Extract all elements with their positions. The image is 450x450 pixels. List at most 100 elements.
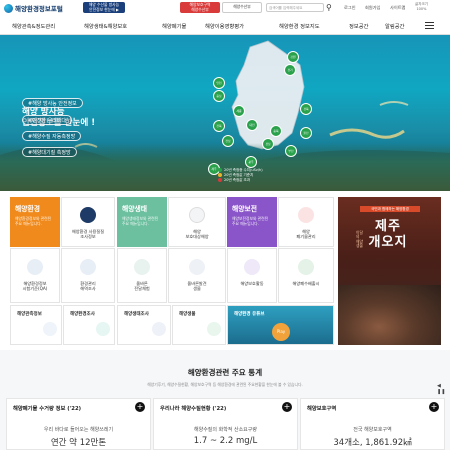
featured-species-poster[interactable]: 국민과 함께하는 해양환경 이달의 해양생물 제주 개오지 <box>338 197 441 345</box>
legend-green-dot <box>218 168 222 172</box>
tile-label: 올바른 전달체험 <box>134 281 150 292</box>
region-marker-daejeon[interactable]: 대전 <box>246 119 258 131</box>
more-button[interactable]: + <box>282 402 292 412</box>
stat-card-title: 우리나라 해양수질현황 ('22) <box>160 406 227 412</box>
region-marker-gyeonggi[interactable]: 경기 <box>284 64 296 76</box>
stat-card-title: 해양폐기물 수거량 정보 ('22) <box>13 406 82 412</box>
hashtag-water-quality[interactable]: #해양수질 자동측정망 <box>22 131 82 141</box>
hashtag-safe-sea[interactable]: #안전한 우리바다 <box>22 115 72 125</box>
category-environment[interactable]: 해양환경 해양환경정보와 관련된 주요 메뉴입니다. <box>10 197 60 247</box>
radiation-banner-link[interactable]: 해양 수산물 방사능 안전정보 한눈에 ▶ <box>83 2 125 13</box>
site-logo[interactable]: 해양환경정보포털 <box>4 3 63 13</box>
tide-icon <box>134 259 150 275</box>
play-button[interactable]: Play <box>272 323 290 341</box>
card-ecology-survey[interactable]: 해양생태조사 <box>117 305 171 345</box>
category-title: 해양보전 <box>232 205 258 213</box>
nav-item-info[interactable]: 정보공간 <box>349 22 369 30</box>
region-marker-jeonbuk[interactable]: 전북 <box>213 120 225 132</box>
stat-card-waste[interactable]: 해양폐기물 수거량 정보 ('22) + 우리 바다로 들어오는 해양쓰레기 연… <box>6 398 151 450</box>
tile-area-survey[interactable]: 환경관리 해역조사 <box>61 248 115 303</box>
stat-card-value: 1.7 ~ 2.2 mg/L <box>193 436 258 446</box>
stat-card-label: 해양수질의 화학적 산소요구량 <box>194 427 257 433</box>
tile-qa-standard[interactable]: 해양환경정보 시험기준(QA) <box>10 248 60 303</box>
stat-card-water-quality[interactable]: 우리나라 해양수질현황 ('22) + 해양수질의 화학적 산소요구량 1.7 … <box>153 398 298 450</box>
stats-title: 해양환경관련 주요 통계 <box>187 368 263 377</box>
nav-item-ecology[interactable]: 해양생태&해양보호 <box>84 22 127 30</box>
region-marker-gyeongnam[interactable]: 경남 <box>262 138 274 150</box>
tile-label: 해양환경 사용질질 조사정보 <box>71 229 105 240</box>
nav-item-map[interactable]: 해양환경 정보지도 <box>279 22 320 30</box>
hashtag-radiation[interactable]: #해양 방사능 안전정보 <box>22 98 83 108</box>
category-title: 해양생태 <box>122 205 148 213</box>
sitemap-link[interactable]: 사이트맵 <box>390 5 405 11</box>
category-ecology[interactable]: 해양생태 해양생태정보와 관련된 주요 메뉴입니다. <box>117 197 167 247</box>
card-environment-survey[interactable]: 해양환경조사 <box>63 305 115 345</box>
boat-icon <box>80 207 96 223</box>
clipboard-icon <box>244 259 260 275</box>
tile-wastewater[interactable]: 해양폐수배출시 <box>278 248 334 303</box>
nav-item-assessment[interactable]: 해양이용영향평가 <box>205 22 244 30</box>
poster-side-text: 이달의 해양생물 <box>356 230 363 249</box>
category-conservation[interactable]: 해양보전 해양보전정보와 관련된 주요 메뉴입니다. <box>227 197 277 247</box>
tile-label: 올바른발견 생물 <box>187 281 207 292</box>
pause-icon[interactable]: ❚❚ <box>437 389 445 395</box>
protected-area-badge[interactable]: 해양보호구역 해양수산부 <box>180 2 220 13</box>
category-title: 해양환경 <box>15 205 41 213</box>
stat-card-protected-area[interactable]: 해양보호구역 + 전국 해양보호구역 34개소, 1,861.92㎢ <box>300 398 445 450</box>
region-marker-ulsan[interactable]: 울산 <box>300 127 312 139</box>
youtube-video-card[interactable]: 해양환경 유튜브 Play <box>227 305 334 345</box>
bottle-icon <box>298 207 314 223</box>
nav-item-observation[interactable]: 해양관측&정도관리 <box>12 22 55 30</box>
tile-delivery[interactable]: 올바른 전달체험 <box>117 248 167 303</box>
tile-waste-management[interactable]: 해양 폐기물관리 <box>278 197 334 247</box>
region-marker-sejong[interactable]: 세종 <box>233 105 245 117</box>
stat-card-value: 34개소, 1,861.92㎢ <box>333 438 412 448</box>
jellyfish-icon <box>152 322 166 336</box>
hero-banner: 해양 방사능 안전정보를 한눈에 ! #해양 방사능 안전정보 #안전한 우리바… <box>0 35 450 191</box>
legend-red-dot <box>218 178 222 182</box>
stats-subtitle: 해양기후기, 해양수질현황, 해양보호구역 등 해양환경에 관련된 주요현황을 … <box>147 382 303 387</box>
pipe-icon <box>298 259 314 275</box>
tile-label: 해양폐수배출시 <box>292 281 320 286</box>
nav-item-waste[interactable]: 해양폐기물 <box>162 22 186 30</box>
shell-icon <box>189 207 205 223</box>
menu-icon[interactable] <box>425 22 434 29</box>
document-icon <box>27 259 43 275</box>
ministry-badge[interactable]: 해양수산부 <box>222 2 262 13</box>
hashtag-air-quality[interactable]: #해양대기질 측정망 <box>22 147 77 157</box>
region-marker-incheon[interactable]: 인천 <box>213 77 225 89</box>
card-marine-life[interactable]: 해양생물 <box>172 305 226 345</box>
region-marker-jeonnam[interactable]: 전남 <box>222 135 234 147</box>
tile-protection-activity[interactable]: 해양보호활동 <box>227 248 277 303</box>
stat-card-value: 연간 약 12만톤 <box>50 438 107 448</box>
seaweed-icon <box>207 322 221 336</box>
stats-pager: ◀ ❚❚ <box>437 383 450 395</box>
search-icon[interactable]: ⚲ <box>326 3 332 12</box>
region-marker-chungnam[interactable]: 충남 <box>213 90 225 102</box>
tile-species-found[interactable]: 올바른발견 생물 <box>168 248 226 303</box>
nav-item-notice[interactable]: 알림공간 <box>385 22 405 30</box>
legend-yellow-dot <box>218 173 222 177</box>
poster-tag: 국민과 함께하는 해양환경 <box>360 206 420 212</box>
tile-label: 해양 보호대상해양 <box>185 229 209 240</box>
login-link[interactable]: 로그인 <box>344 5 356 11</box>
logo-icon <box>4 3 13 13</box>
region-marker-chungbuk[interactable]: 충북 <box>270 125 282 137</box>
search-input[interactable]: 검색어를 입력해주세요 <box>266 3 324 12</box>
signup-link[interactable]: 회원가입 <box>365 5 380 11</box>
stat-card-title: 해양보호구역 <box>307 406 337 412</box>
font-size-control[interactable]: 글자크기 100% <box>415 2 428 12</box>
region-marker-busan[interactable]: 부산 <box>285 145 297 157</box>
card-ocean-observation[interactable]: 해양관측정보 <box>10 305 62 345</box>
card-title: 해양관측정보 <box>17 312 42 317</box>
tile-water-survey[interactable]: 해양환경 사용질질 조사정보 <box>61 197 115 247</box>
more-button[interactable]: + <box>135 402 145 412</box>
region-marker-gwangju[interactable]: 광주 <box>245 156 257 168</box>
tile-label: 해양환경정보 시험기준(QA) <box>22 281 48 292</box>
region-marker-gangwon[interactable]: 강원 <box>287 51 299 63</box>
more-button[interactable]: + <box>429 402 439 412</box>
region-marker-gyeongbuk[interactable]: 경북 <box>300 103 312 115</box>
category-desc: 해양환경정보와 관련된 주요 메뉴입니다. <box>15 216 52 226</box>
tile-label: 해양 폐기물관리 <box>296 229 316 240</box>
tile-protected-species[interactable]: 해양 보호대상해양 <box>168 197 226 247</box>
